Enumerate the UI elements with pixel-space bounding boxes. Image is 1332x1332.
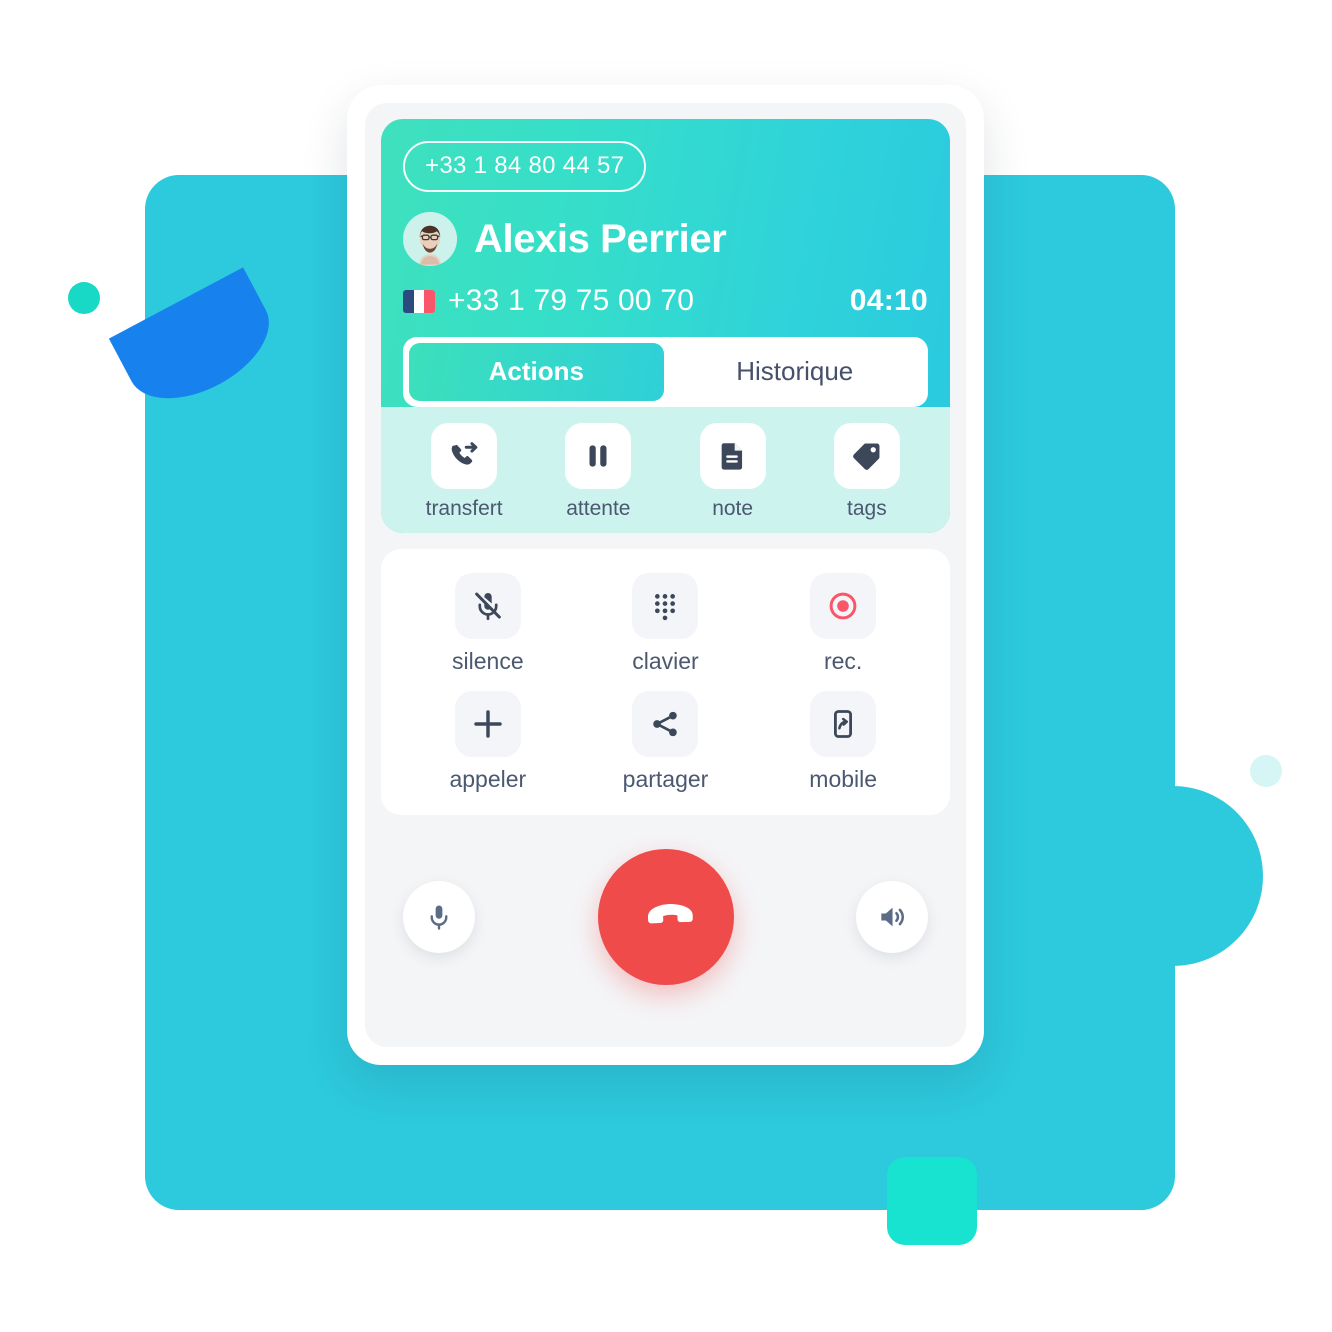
control-appeler[interactable]: appeler — [399, 691, 577, 793]
control-partager-tile[interactable] — [632, 691, 699, 757]
control-clavier-tile[interactable] — [632, 573, 699, 639]
phone-screen: +33 1 84 80 44 57 Alexis Perrier +33 1 7… — [365, 103, 966, 1047]
hangup-phone-icon — [647, 903, 693, 924]
control-mobile-tile[interactable] — [810, 691, 877, 757]
fr-flag-icon — [403, 289, 435, 313]
tab-actions[interactable]: Actions — [409, 343, 664, 401]
microphone-icon — [430, 905, 448, 930]
did-number-pill[interactable]: +33 1 84 80 44 57 — [403, 141, 647, 192]
control-appeler-tile[interactable] — [454, 691, 521, 757]
call-transfer-icon — [451, 442, 478, 465]
call-tabs: Actions Historique — [403, 337, 928, 407]
control-partager[interactable]: partager — [577, 691, 755, 793]
control-rec[interactable]: rec. — [754, 573, 932, 675]
call-bottom-bar — [365, 849, 966, 1047]
actions-strip: transfert attente note tags — [381, 407, 950, 533]
caller-name: Alexis Perrier — [474, 216, 727, 261]
record-icon — [829, 592, 857, 620]
control-rec-tile[interactable] — [810, 573, 877, 639]
speaker-icon — [881, 907, 904, 927]
decorative-rounded-square-icon — [887, 1157, 977, 1245]
document-note-icon — [721, 443, 742, 470]
plus-icon — [474, 710, 502, 738]
action-attente-label: attente — [566, 497, 631, 520]
action-tags-label: tags — [847, 497, 887, 520]
action-note-label: note — [712, 497, 754, 520]
action-note[interactable]: note — [666, 423, 800, 521]
control-mobile-label: mobile — [809, 766, 878, 792]
decorative-dot-teal-icon — [68, 282, 100, 314]
action-tags[interactable]: tags — [800, 423, 934, 521]
action-transfert-label: transfert — [425, 497, 503, 520]
control-clavier-label: clavier — [632, 648, 699, 674]
action-attente-tile[interactable] — [565, 423, 632, 489]
control-rec-label: rec. — [823, 648, 863, 674]
hangup-button[interactable] — [597, 849, 734, 985]
phone-frame: +33 1 84 80 44 57 Alexis Perrier +33 1 7… — [347, 85, 984, 1065]
control-mobile[interactable]: mobile — [754, 691, 932, 793]
pause-icon — [589, 445, 607, 467]
control-appeler-label: appeler — [449, 766, 527, 792]
caller-number-group: +33 1 79 75 00 70 — [403, 284, 694, 318]
avatar — [403, 212, 457, 266]
mic-button[interactable] — [403, 881, 475, 953]
action-tags-tile[interactable] — [833, 423, 900, 489]
action-attente[interactable]: attente — [531, 423, 665, 521]
control-partager-label: partager — [622, 766, 709, 792]
control-silence[interactable]: silence — [399, 573, 577, 675]
share-icon — [653, 711, 678, 737]
caller-row: Alexis Perrier — [403, 212, 928, 266]
active-call-card: +33 1 84 80 44 57 Alexis Perrier +33 1 7… — [381, 119, 950, 533]
speaker-button[interactable] — [856, 881, 928, 953]
action-transfert-tile[interactable] — [431, 423, 498, 489]
mobile-transfer-icon — [834, 710, 853, 738]
control-silence-tile[interactable] — [454, 573, 521, 639]
call-timer: 04:10 — [849, 284, 928, 317]
caller-number: +33 1 79 75 00 70 — [448, 284, 695, 317]
action-transfert[interactable]: transfert — [397, 423, 531, 521]
microphone-off-icon — [475, 592, 501, 621]
control-clavier[interactable]: clavier — [577, 573, 755, 675]
tab-historique[interactable]: Historique — [668, 343, 923, 401]
dialpad-icon — [655, 594, 676, 621]
decorative-circle-cyan-icon — [1083, 786, 1263, 966]
control-silence-label: silence — [452, 648, 524, 674]
screenshot-stage: +33 1 84 80 44 57 Alexis Perrier +33 1 7… — [0, 0, 1332, 1332]
decorative-dot-mint-icon — [1250, 755, 1282, 787]
call-meta-row: +33 1 79 75 00 70 04:10 — [403, 284, 928, 318]
action-note-tile[interactable] — [699, 423, 766, 489]
tag-icon — [852, 443, 880, 470]
call-controls-grid: silence clavier rec. appeler partager mo… — [381, 549, 950, 815]
